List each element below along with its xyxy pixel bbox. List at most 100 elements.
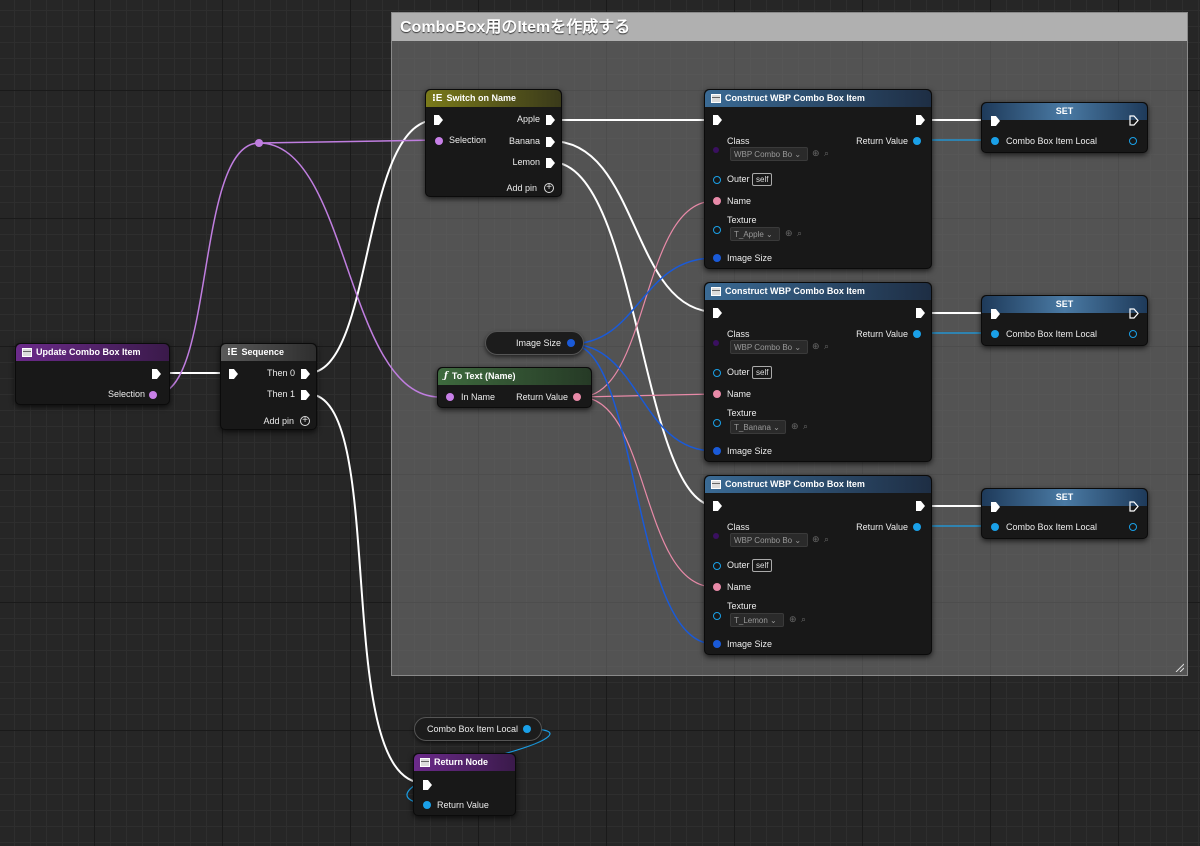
set-node[interactable]: SET Combo Box Item Local xyxy=(981,488,1148,539)
set-header[interactable]: SET xyxy=(982,489,1147,506)
add-pin-label[interactable]: Add pin xyxy=(263,416,294,426)
construct-header[interactable]: Construct WBP Combo Box Item xyxy=(705,476,931,493)
var-in-pin[interactable] xyxy=(991,330,999,338)
exec-in-pin[interactable] xyxy=(229,369,238,379)
outer-value[interactable]: self xyxy=(752,366,773,379)
to-text-node[interactable]: ƒ To Text (Name) In Name Return Value xyxy=(437,367,592,408)
then1-pin[interactable] xyxy=(301,390,310,400)
lemon-pin[interactable] xyxy=(546,158,555,168)
class-pin[interactable] xyxy=(713,340,719,346)
entry-node[interactable]: Update Combo Box Item Selection xyxy=(15,343,170,405)
class-dropdown[interactable]: WBP Combo Bo ⌄ xyxy=(730,147,808,161)
construct-node[interactable]: Construct WBP Combo Box Item Class Retur… xyxy=(704,475,932,655)
add-pin-label[interactable]: Add pin xyxy=(506,183,537,193)
to-text-header[interactable]: ƒ To Text (Name) xyxy=(438,368,591,385)
image-size-out-pin[interactable] xyxy=(567,339,575,347)
construct-header[interactable]: Construct WBP Combo Box Item xyxy=(705,90,931,107)
browse-icon[interactable]: ⌕ xyxy=(801,614,806,625)
sequence-header[interactable]: ⁝E Sequence xyxy=(221,344,316,361)
exec-out-pin[interactable] xyxy=(1129,308,1139,319)
return-value-pin[interactable] xyxy=(423,801,431,809)
use-selected-icon[interactable]: ⊕ xyxy=(789,614,797,625)
name-pin[interactable] xyxy=(713,583,721,591)
resize-handle-icon[interactable] xyxy=(1174,662,1184,672)
browse-icon[interactable]: ⌕ xyxy=(803,421,808,432)
exec-in-pin[interactable] xyxy=(423,780,432,790)
exec-out-pin[interactable] xyxy=(916,115,925,125)
image-size-pin[interactable] xyxy=(713,254,721,262)
exec-out-pin[interactable] xyxy=(916,501,925,511)
selection-in-pin[interactable] xyxy=(435,137,443,145)
exec-in-pin[interactable] xyxy=(713,308,722,318)
exec-in-pin[interactable] xyxy=(434,115,443,125)
texture-pin[interactable] xyxy=(713,419,721,427)
return-value-pin[interactable] xyxy=(913,523,921,531)
browse-icon[interactable]: ⌕ xyxy=(797,228,802,239)
exec-out-pin[interactable] xyxy=(1129,501,1139,512)
set-node[interactable]: SET Combo Box Item Local xyxy=(981,295,1148,346)
image-size-var[interactable]: Image Size xyxy=(485,331,584,355)
class-pin[interactable] xyxy=(713,533,719,539)
return-node[interactable]: Return Node Return Value xyxy=(413,753,516,816)
var-out-pin[interactable] xyxy=(1129,523,1137,531)
browse-icon[interactable]: ⌕ xyxy=(824,341,829,352)
browse-icon[interactable]: ⌕ xyxy=(824,534,829,545)
texture-dropdown[interactable]: T_Apple ⌄ xyxy=(730,227,780,241)
use-selected-icon[interactable]: ⊕ xyxy=(812,341,820,352)
set-header[interactable]: SET xyxy=(982,296,1147,313)
exec-out-pin[interactable] xyxy=(1129,115,1139,126)
outer-value[interactable]: self xyxy=(752,559,773,572)
combo-box-item-local-var[interactable]: Combo Box Item Local xyxy=(414,717,542,741)
outer-pin[interactable] xyxy=(713,562,721,570)
apple-pin[interactable] xyxy=(546,115,555,125)
exec-in-pin[interactable] xyxy=(713,501,722,511)
add-pin-icon[interactable]: + xyxy=(544,183,554,193)
switch-node[interactable]: ⁝E Switch on Name Selection Apple Banana… xyxy=(425,89,562,197)
var-out-pin[interactable] xyxy=(1129,330,1137,338)
class-dropdown[interactable]: WBP Combo Bo ⌄ xyxy=(730,533,808,547)
texture-dropdown[interactable]: T_Lemon ⌄ xyxy=(730,613,784,627)
sequence-node[interactable]: ⁝E Sequence Then 0 Then 1 Add pin + xyxy=(220,343,317,430)
outer-pin[interactable] xyxy=(713,369,721,377)
return-node-header[interactable]: Return Node xyxy=(414,754,515,771)
image-size-pin[interactable] xyxy=(713,640,721,648)
use-selected-icon[interactable]: ⊕ xyxy=(791,421,799,432)
return-value-pin[interactable] xyxy=(573,393,581,401)
construct-node[interactable]: Construct WBP Combo Box Item Class Retur… xyxy=(704,282,932,462)
exec-in-pin[interactable] xyxy=(713,115,722,125)
construct-node[interactable]: Construct WBP Combo Box Item Class Retur… xyxy=(704,89,932,269)
use-selected-icon[interactable]: ⊕ xyxy=(812,534,820,545)
set-node[interactable]: SET Combo Box Item Local xyxy=(981,102,1148,153)
use-selected-icon[interactable]: ⊕ xyxy=(785,228,793,239)
set-header[interactable]: SET xyxy=(982,103,1147,120)
in-name-pin[interactable] xyxy=(446,393,454,401)
banana-pin[interactable] xyxy=(546,137,555,147)
name-pin[interactable] xyxy=(713,197,721,205)
name-pin[interactable] xyxy=(713,390,721,398)
var-in-pin[interactable] xyxy=(991,523,999,531)
then0-pin[interactable] xyxy=(301,369,310,379)
texture-pin[interactable] xyxy=(713,226,721,234)
outer-value[interactable]: self xyxy=(752,173,773,186)
combo-var-out-pin[interactable] xyxy=(523,725,531,733)
exec-out-pin[interactable] xyxy=(152,369,161,379)
outer-pin[interactable] xyxy=(713,176,721,184)
add-pin-icon[interactable]: + xyxy=(300,416,310,426)
texture-dropdown[interactable]: T_Banana ⌄ xyxy=(730,420,786,434)
var-in-pin[interactable] xyxy=(991,137,999,145)
use-selected-icon[interactable]: ⊕ xyxy=(812,148,820,159)
return-value-pin[interactable] xyxy=(913,137,921,145)
exec-out-pin[interactable] xyxy=(916,308,925,318)
var-out-pin[interactable] xyxy=(1129,137,1137,145)
switch-header[interactable]: ⁝E Switch on Name xyxy=(426,90,561,107)
selection-out-pin[interactable] xyxy=(149,391,157,399)
class-dropdown[interactable]: WBP Combo Bo ⌄ xyxy=(730,340,808,354)
browse-icon[interactable]: ⌕ xyxy=(824,148,829,159)
comment-title[interactable]: ComboBox用のItemを作成する xyxy=(392,13,1187,41)
image-size-pin[interactable] xyxy=(713,447,721,455)
entry-node-header[interactable]: Update Combo Box Item xyxy=(16,344,169,361)
construct-header[interactable]: Construct WBP Combo Box Item xyxy=(705,283,931,300)
class-pin[interactable] xyxy=(713,147,719,153)
return-value-pin[interactable] xyxy=(913,330,921,338)
texture-pin[interactable] xyxy=(713,612,721,620)
